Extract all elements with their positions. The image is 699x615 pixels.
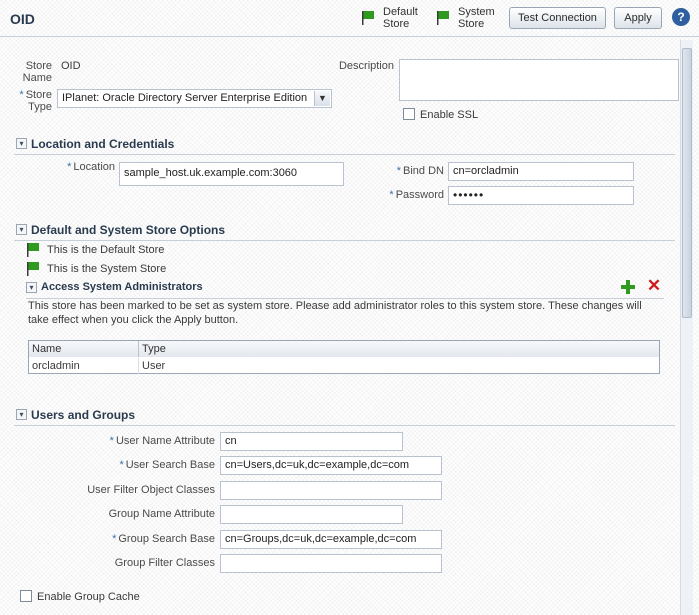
default-store-button[interactable]: Default Store: [361, 6, 423, 32]
store-name-value: OID: [61, 60, 81, 72]
location-input[interactable]: sample_host.uk.example.com:3060: [119, 162, 344, 186]
user-filter-object-classes-input[interactable]: [220, 481, 442, 500]
group-name-attribute-input[interactable]: [220, 505, 403, 524]
store-name-label: Store Name: [22, 60, 52, 84]
store-type-select[interactable]: IPlanet: Oracle Directory Server Enterpr…: [57, 89, 332, 108]
green-flag-icon: [362, 11, 374, 25]
green-flag-icon: [27, 262, 39, 276]
default-store-label-2: Store: [383, 18, 410, 30]
enable-group-cache-checkbox[interactable]: [20, 590, 32, 602]
user-name-attribute-label: * User Name Attribute: [109, 435, 215, 447]
password-input[interactable]: ••••••: [448, 186, 634, 205]
admins-message: This store has been marked to be set as …: [28, 300, 642, 326]
section-location-credentials: ▾ Location and Credentials: [14, 136, 675, 155]
subsection-access-admins: ▾ Access System Administrators ✕: [26, 277, 664, 299]
chevron-down-icon[interactable]: ▾: [16, 224, 27, 235]
vertical-scrollbar[interactable]: [680, 40, 693, 615]
group-search-base-input[interactable]: cn=Groups,dc=uk,dc=example,dc=com: [220, 530, 442, 549]
column-header-type[interactable]: Type: [139, 341, 659, 357]
group-search-base-label: * Group Search Base: [112, 533, 215, 545]
enable-ssl-label: Enable SSL: [420, 109, 479, 121]
system-store-message: This is the System Store: [47, 263, 167, 275]
subsection-title: Access System Administrators: [41, 281, 203, 293]
green-flag-icon: [27, 243, 39, 257]
cell-type: User: [142, 360, 166, 372]
table-row[interactable]: orcladmin User: [29, 358, 659, 374]
page-title: OID: [10, 11, 35, 27]
help-icon[interactable]: ?: [672, 8, 690, 26]
system-store-label-1: System: [458, 6, 495, 18]
bind-dn-label: * Bind DN: [396, 165, 444, 177]
section-title: Users and Groups: [31, 408, 136, 422]
green-flag-icon: [437, 11, 449, 25]
scrollbar-thumb[interactable]: [682, 48, 692, 318]
cell-name: orcladmin: [29, 358, 139, 374]
group-filter-classes-input[interactable]: [220, 554, 442, 573]
user-filter-object-classes-label: User Filter Object Classes: [87, 484, 215, 496]
user-search-base-input[interactable]: cn=Users,dc=uk,dc=example,dc=com: [220, 456, 442, 475]
description-label: Description: [338, 60, 394, 72]
chevron-down-icon: ▼: [314, 91, 330, 106]
system-store-button[interactable]: System Store: [436, 6, 498, 32]
password-label: * Password: [389, 189, 444, 201]
chevron-down-icon[interactable]: ▾: [16, 138, 27, 149]
admins-table: Name Type orcladmin User: [28, 340, 660, 374]
header-bar: OID Default Store System Store Test Conn…: [0, 0, 699, 37]
default-store-message: This is the Default Store: [47, 244, 165, 256]
enable-group-cache-label: Enable Group Cache: [37, 591, 140, 603]
section-title: Location and Credentials: [31, 137, 175, 151]
location-label: * Location: [67, 161, 115, 173]
default-store-label-1: Default: [383, 6, 418, 18]
test-connection-button[interactable]: Test Connection: [509, 7, 606, 29]
chevron-down-icon[interactable]: ▾: [26, 282, 37, 293]
section-default-system-options: ▾ Default and System Store Options: [14, 222, 675, 241]
system-store-label-2: Store: [458, 18, 485, 30]
description-textarea[interactable]: [399, 59, 679, 101]
bind-dn-input[interactable]: cn=orcladmin: [448, 162, 634, 181]
store-type-value: IPlanet: Oracle Directory Server Enterpr…: [62, 92, 308, 104]
user-search-base-label: * User Search Base: [119, 459, 215, 471]
delete-icon[interactable]: ✕: [646, 277, 662, 294]
section-title: Default and System Store Options: [31, 223, 226, 237]
enable-ssl-checkbox[interactable]: [403, 108, 415, 120]
group-filter-classes-label: Group Filter Classes: [114, 557, 215, 569]
column-header-name[interactable]: Name: [29, 341, 139, 357]
group-name-attribute-label: Group Name Attribute: [108, 508, 215, 520]
apply-button[interactable]: Apply: [614, 7, 662, 29]
section-users-groups: ▾ Users and Groups: [14, 407, 675, 426]
chevron-down-icon[interactable]: ▾: [16, 409, 27, 420]
add-icon[interactable]: [620, 279, 636, 295]
store-type-label: * Store Type: [19, 89, 52, 113]
user-name-attribute-input[interactable]: cn: [220, 432, 403, 451]
